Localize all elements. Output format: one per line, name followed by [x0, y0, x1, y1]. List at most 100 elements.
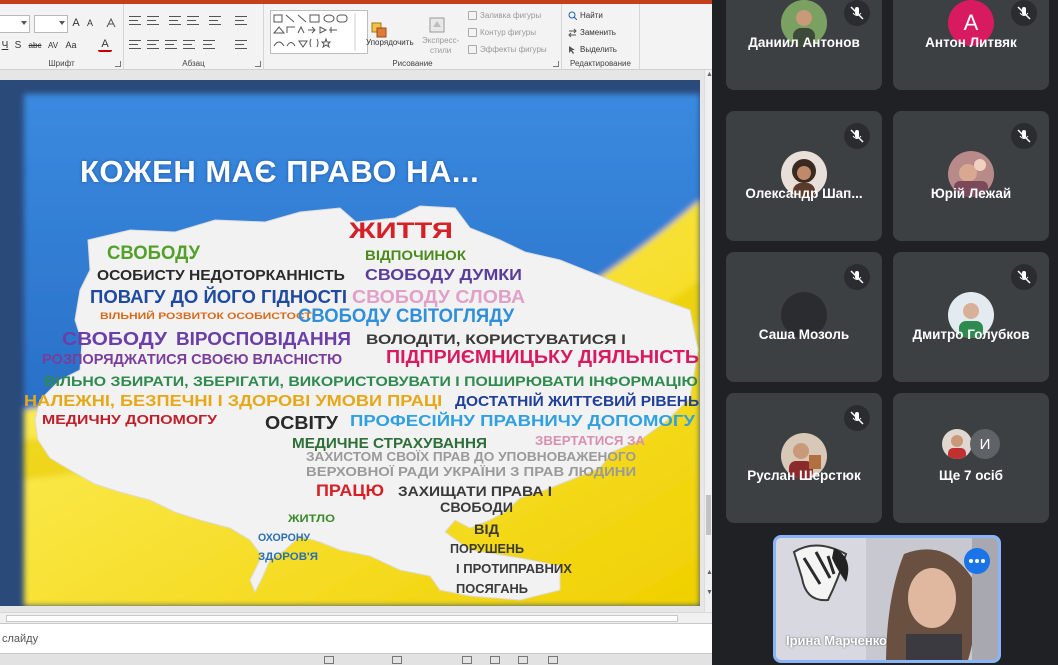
drawing-dialog-launcher[interactable] — [553, 61, 559, 67]
more-options-button[interactable] — [964, 548, 990, 574]
font-name-box[interactable] — [0, 15, 30, 33]
participant-tile[interactable]: Юрій Лежай — [893, 111, 1049, 241]
increase-indent-button[interactable] — [186, 14, 200, 28]
reading-view-icon[interactable] — [518, 656, 528, 664]
notes-placeholder: слайду — [2, 633, 39, 645]
mic-off-icon — [844, 264, 870, 290]
word-cloud-phrase: СВОБОДИ — [440, 499, 514, 515]
char-spacing-button[interactable]: AV — [45, 38, 61, 52]
select-button[interactable]: Выделить — [568, 45, 617, 54]
participant-tile[interactable]: Саша Мозоль — [726, 252, 882, 382]
comments-icon[interactable] — [392, 656, 402, 664]
shape-effects-label: Эффекты фигуры — [480, 45, 547, 54]
slide-horizontal-scrollbar[interactable] — [0, 612, 712, 623]
participant-tile[interactable]: Олександр Шап... — [726, 111, 882, 241]
font-size-box[interactable] — [34, 15, 68, 33]
bullets-button[interactable] — [128, 14, 142, 28]
self-view-tile[interactable]: Ірина Марченко — [773, 535, 1001, 663]
justify-button[interactable] — [182, 38, 196, 52]
paragraph-dialog-launcher[interactable] — [255, 61, 261, 67]
shrink-font-button[interactable]: A — [84, 15, 96, 31]
word-cloud-phrase: НАЛЕЖНІ, БЕЗПЕЧНІ І ЗДОРОВІ УМОВИ ПРАЦІ — [24, 393, 443, 410]
word-cloud-phrase: ЗАХИЩАТИ ПРАВА І — [398, 483, 553, 499]
word-cloud-phrase: СВОБОДУ — [107, 243, 201, 264]
shadow-button[interactable]: S — [13, 38, 23, 52]
more-participants-tile[interactable]: И Ще 7 осіб — [893, 393, 1049, 523]
text-direction-button[interactable] — [234, 14, 248, 28]
drawing-group: Упорядочить Экспресс- стили Заливка фигу… — [264, 4, 562, 70]
participant-tile[interactable]: Руслан Шерстюк — [726, 393, 882, 523]
shape-outline-label: Контур фигуры — [480, 28, 536, 37]
scrollbar-thumb[interactable] — [706, 495, 711, 535]
participant-tile[interactable]: Даниил Антонов — [726, 0, 882, 90]
smartart-button[interactable] — [234, 38, 248, 52]
avatar-letter: А — [963, 10, 979, 35]
line-spacing-button[interactable] — [208, 14, 222, 28]
slide-vertical-scrollbar[interactable]: ▲ ▲ ▼ — [704, 70, 712, 615]
editing-group: Найти Заменить Выделить Редактирование — [562, 4, 640, 70]
mic-off-icon — [844, 405, 870, 431]
participant-tile[interactable]: Дмитро Голубков — [893, 252, 1049, 382]
editing-group-label: Редактирование — [570, 59, 631, 68]
word-cloud-phrase: ПОСЯГАНЬ — [456, 581, 528, 596]
search-icon — [568, 11, 577, 20]
strikethrough-button[interactable]: abc — [28, 38, 42, 52]
word-cloud-phrase: ВОЛОДІТИ, КОРИСТУВАТИСЯ І — [366, 331, 626, 347]
shapes-icon — [272, 13, 356, 51]
word-cloud-phrase: ВІЛЬНИЙ РОЗВИТОК ОСОБИСТОСТІ — [100, 311, 315, 321]
align-left-button[interactable] — [128, 38, 142, 52]
self-name: Ірина Марченко — [786, 633, 887, 648]
pen-icon — [468, 28, 477, 37]
find-button[interactable]: Найти — [568, 11, 603, 20]
shape-outline-button[interactable]: Контур фигуры — [468, 28, 536, 37]
arrange-icon — [371, 22, 387, 38]
notes-toggle-icon[interactable] — [324, 656, 334, 664]
shape-fill-button[interactable]: Заливка фигуры — [468, 11, 541, 20]
replace-button[interactable]: Заменить — [568, 28, 616, 37]
word-cloud-phrase: ОСОБИСТУ НЕДОТОРКАННІСТЬ — [97, 267, 345, 284]
quick-styles-label: Экспресс- стили — [422, 36, 459, 56]
word-cloud-phrase: ЗАХИСТОМ СВОЇХ ПРАВ ДО УПОВНОВАЖЕНОГО — [306, 449, 637, 464]
columns-button[interactable] — [202, 38, 216, 52]
notes-pane[interactable]: слайду — [0, 623, 712, 653]
mic-off-icon — [1011, 123, 1037, 149]
shape-effects-button[interactable]: Эффекты фигуры — [468, 45, 547, 54]
underline-button[interactable]: Ч — [0, 38, 10, 52]
word-cloud-phrase: СВОБОДУ ДУМКИ — [365, 267, 522, 284]
align-center-button[interactable] — [146, 38, 160, 52]
word-cloud-phrase: ЖИТЛО — [288, 513, 335, 525]
status-bar — [0, 653, 712, 665]
mic-off-icon — [1011, 264, 1037, 290]
decrease-indent-button[interactable] — [168, 14, 182, 28]
paragraph-group-label: Абзац — [182, 59, 205, 68]
change-case-button[interactable]: Aa — [64, 38, 78, 52]
participant-name: Саша Мозоль — [758, 327, 850, 342]
grow-font-button[interactable]: A — [70, 15, 82, 31]
avatar-letter: И — [970, 429, 1000, 459]
screen: A A Ч S abc AV Aa A Шрифт Абзац Упорядоч… — [0, 0, 1058, 665]
normal-view-icon[interactable] — [462, 656, 472, 664]
scroll-track[interactable] — [6, 615, 678, 622]
numbering-button[interactable] — [146, 14, 160, 28]
slide-sorter-icon[interactable] — [490, 656, 500, 664]
slideshow-icon[interactable] — [548, 656, 558, 664]
participant-name: Олександр Шап... — [745, 186, 863, 201]
font-dialog-launcher[interactable] — [115, 61, 121, 67]
shapes-gallery[interactable] — [270, 10, 368, 54]
font-color-button[interactable]: A — [98, 38, 112, 52]
participant-tile[interactable]: А Антон Литвяк — [893, 0, 1049, 90]
word-cloud-phrase: ВІЛЬНО ЗБИРАТИ, ЗБЕРІГАТИ, ВИКОРИСТОВУВА… — [44, 373, 698, 389]
align-right-button[interactable] — [164, 38, 178, 52]
select-label: Выделить — [580, 45, 617, 54]
participant-name: Юрій Лежай — [930, 186, 1012, 201]
clear-format-button[interactable] — [104, 15, 118, 31]
word-cloud-phrase: ПОРУШЕНЬ — [450, 541, 524, 556]
powerpoint-window: A A Ч S abc AV Aa A Шрифт Абзац Упорядоч… — [0, 0, 712, 665]
participant-name: Даниил Антонов — [748, 35, 860, 50]
quick-styles-label-line1: Экспресс- — [422, 36, 460, 45]
word-cloud-phrase: ВІРОСПОВІДАННЯ — [176, 329, 351, 349]
slide-canvas[interactable]: КОЖЕН МАЄ ПРАВО НА... ЖИТТЯ ВІДПОЧИНОК СВО… — [0, 80, 700, 606]
quick-styles-label-line2: стили — [429, 46, 452, 55]
word-cloud-phrase: ОСВІТУ — [265, 413, 338, 433]
word-cloud-phrase: ПОВАГУ ДО ЙОГО ГІДНОСТІ — [90, 287, 347, 307]
